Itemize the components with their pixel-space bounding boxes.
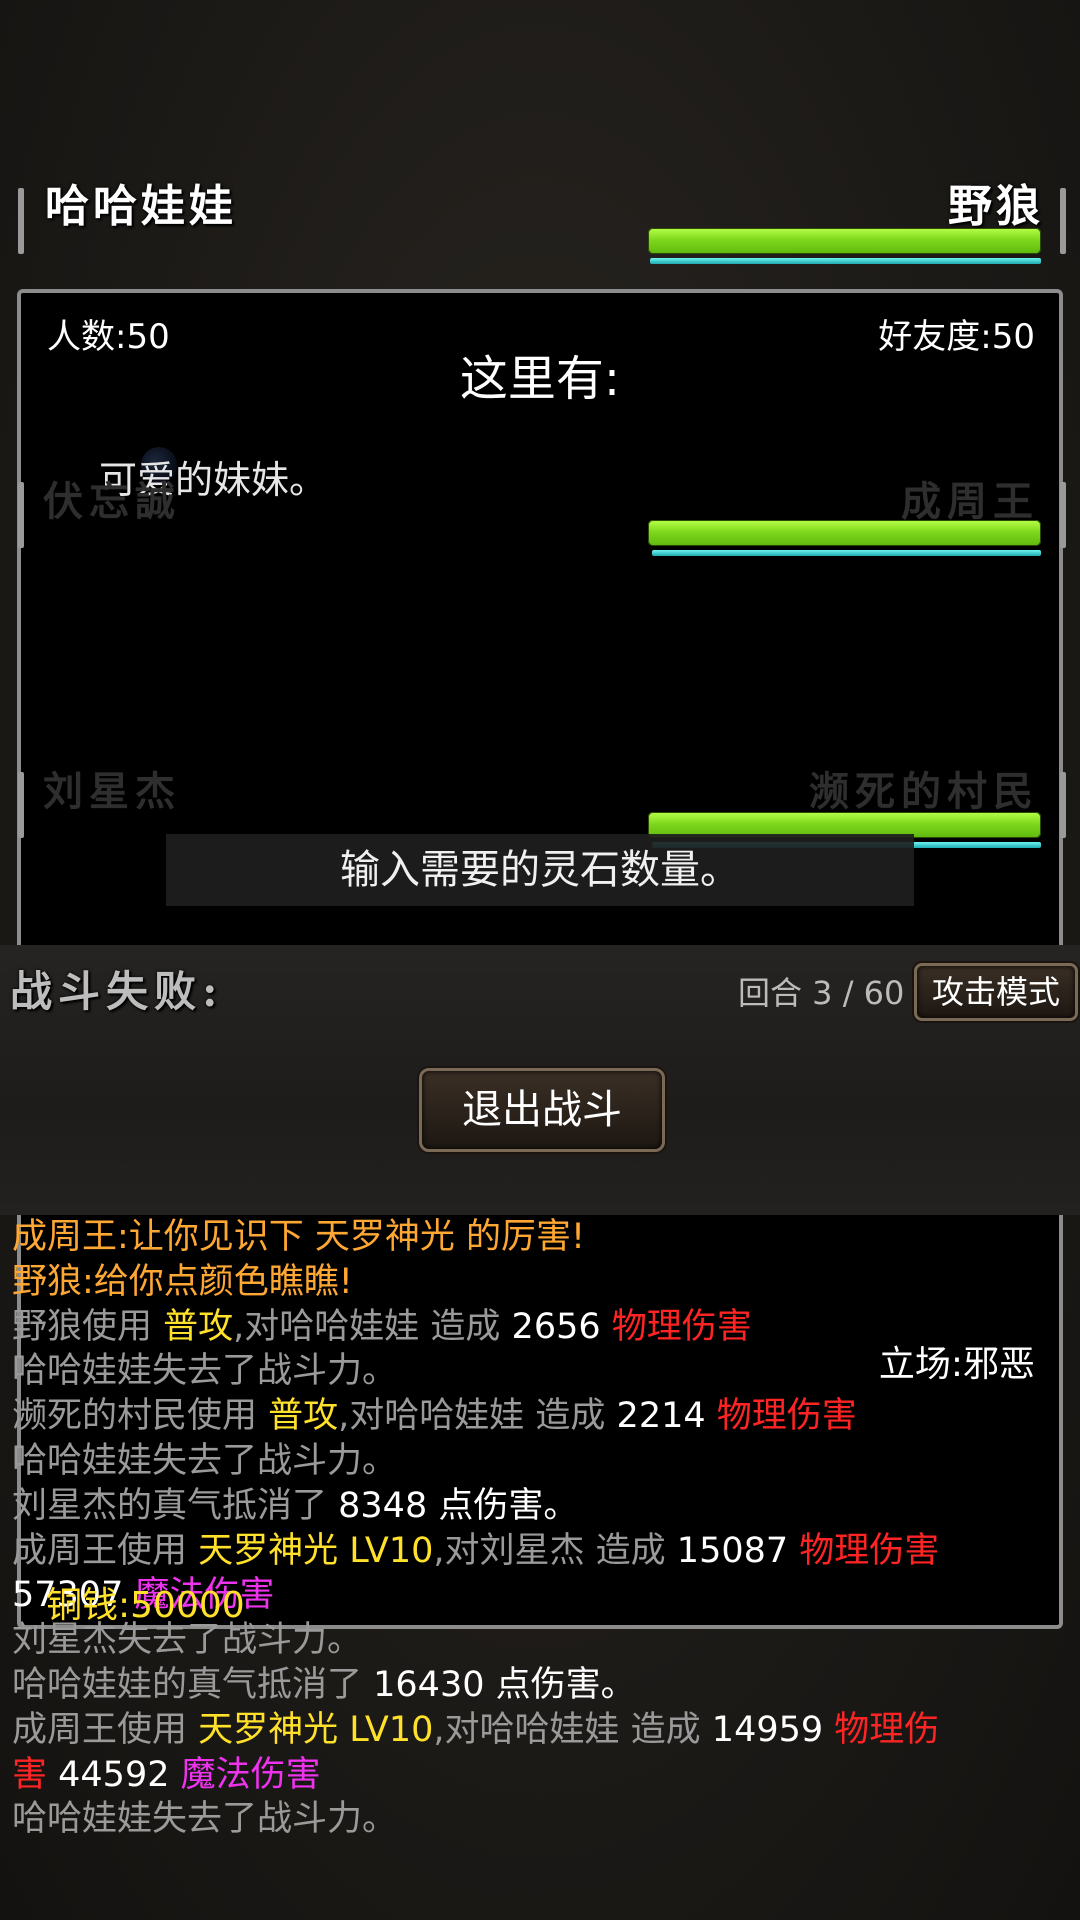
right-edge-marker xyxy=(1060,188,1066,254)
log-segment: 成周王使用 xyxy=(12,1709,199,1750)
log-segment: ,对哈哈娃娃 造成 xyxy=(233,1306,512,1347)
right-edge-marker xyxy=(1060,482,1066,548)
log-segment: 濒死的村民使用 xyxy=(12,1396,269,1437)
enemy-name: 野狼 xyxy=(948,181,1044,232)
log-line: 哈哈娃娃的真气抵消了 16430 点伤害。 xyxy=(12,1663,636,1707)
log-line: 成周王:让你见识下 天罗神光 的厉害! xyxy=(12,1215,585,1259)
log-segment: 2214 xyxy=(616,1396,717,1437)
log-segment: 16430 点伤害。 xyxy=(373,1665,636,1705)
log-segment: 物理伤害 xyxy=(799,1530,940,1571)
log-segment: 普攻 xyxy=(268,1396,339,1437)
log-line: 野狼使用 普攻,对哈哈娃娃 造成 2656 物理伤害 xyxy=(12,1305,752,1349)
log-segment: 哈哈娃娃的真气抵消了 xyxy=(12,1665,374,1705)
log-segment: ,对哈哈娃娃 造成 xyxy=(338,1396,617,1437)
combatant-right-2: 濒死的村民 xyxy=(809,768,1039,815)
enemy-mp-bar xyxy=(650,258,1041,264)
log-segment: 2656 xyxy=(511,1306,612,1347)
log-segment: 44592 xyxy=(47,1754,181,1795)
copper-label: 铜钱:50000 xyxy=(46,1585,245,1626)
log-line: 野狼:给你点颜色瞧瞧! xyxy=(12,1260,353,1304)
attack-mode-button[interactable]: 攻击模式 xyxy=(914,963,1078,1021)
combatant-left-1: 伏忘誠 xyxy=(43,478,181,525)
log-segment: 成周王使用 xyxy=(12,1530,199,1571)
left-edge-marker xyxy=(18,188,24,254)
combatant-right-1: 成周王 xyxy=(901,478,1039,525)
log-segment: 物理伤 xyxy=(834,1709,940,1750)
battle-log: 成周王:让你见识下 天罗神光 的厉害! 野狼:给你点颜色瞧瞧! 野狼使用 普攻,对哈… xyxy=(0,1215,1080,1920)
log-segment: 成周王:让你见识下 天罗神光 的厉害! xyxy=(12,1217,586,1257)
round-counter: 回合 3 / 60 xyxy=(738,974,905,1012)
log-segment: 哈哈娃娃失去了战斗力。 xyxy=(12,1799,398,1840)
enemy-hp-bar xyxy=(648,228,1041,254)
log-segment: 魔法伤害 xyxy=(180,1754,321,1795)
log-line: 濒死的村民使用 普攻,对哈哈娃娃 造成 2214 物理伤害 xyxy=(12,1394,857,1438)
log-segment: 哈哈娃娃失去了战斗力。 xyxy=(12,1441,398,1481)
log-segment: 14959 xyxy=(711,1709,835,1750)
log-segment: 15087 xyxy=(676,1530,800,1571)
combatant-left-2: 刘星杰 xyxy=(43,768,181,815)
log-segment: ,对哈哈娃娃 造成 xyxy=(433,1709,712,1750)
log-segment: ,对刘星杰 造成 xyxy=(433,1530,677,1571)
log-line: 成周王使用 天罗神光 LV10,对刘星杰 造成 15087 物理伤害 xyxy=(12,1529,939,1573)
exit-battle-button[interactable]: 退出战斗 xyxy=(419,1068,665,1152)
log-line: 哈哈娃娃失去了战斗力。 xyxy=(12,1439,397,1483)
log-segment: 害 xyxy=(12,1754,48,1795)
left-edge-marker xyxy=(18,482,24,548)
battle-result-label: 战斗失败: xyxy=(10,967,224,1016)
log-segment: 天罗神光 LV10 xyxy=(198,1709,434,1750)
log-line: 哈哈娃娃失去了战斗力。 xyxy=(12,1797,397,1841)
combatant-right-1-hp-bar xyxy=(648,520,1041,546)
log-segment: 哈哈娃娃失去了战斗力。 xyxy=(12,1351,398,1392)
log-segment: 野狼:给你点颜色瞧瞧! xyxy=(12,1261,353,1302)
here-title: 这里有: xyxy=(459,351,621,407)
input-prompt-toast: 输入需要的灵石数量。 xyxy=(166,834,914,906)
log-segment: 天罗神光 LV10 xyxy=(198,1530,434,1571)
log-line: 哈哈娃娃失去了战斗力。 xyxy=(12,1349,397,1393)
log-line: 害 44592 魔法伤害 xyxy=(12,1753,321,1797)
log-segment: 野狼使用 xyxy=(12,1306,164,1347)
log-line: 刘星杰的真气抵消了 8348 点伤害。 xyxy=(12,1484,578,1528)
log-segment: 8348 点伤害。 xyxy=(338,1485,579,1526)
right-edge-marker xyxy=(1060,772,1066,838)
log-segment: 物理伤害 xyxy=(611,1306,752,1347)
left-edge-marker xyxy=(18,772,24,838)
player-name: 哈哈娃娃 xyxy=(45,181,237,232)
log-segment: 刘星杰的真气抵消了 xyxy=(12,1485,339,1526)
log-segment: 物理伤害 xyxy=(716,1396,857,1437)
combatant-right-1-mp-bar xyxy=(652,550,1041,556)
log-line: 成周王使用 天罗神光 LV10,对哈哈娃娃 造成 14959 物理伤 xyxy=(12,1708,939,1752)
log-segment: 普攻 xyxy=(163,1306,234,1347)
